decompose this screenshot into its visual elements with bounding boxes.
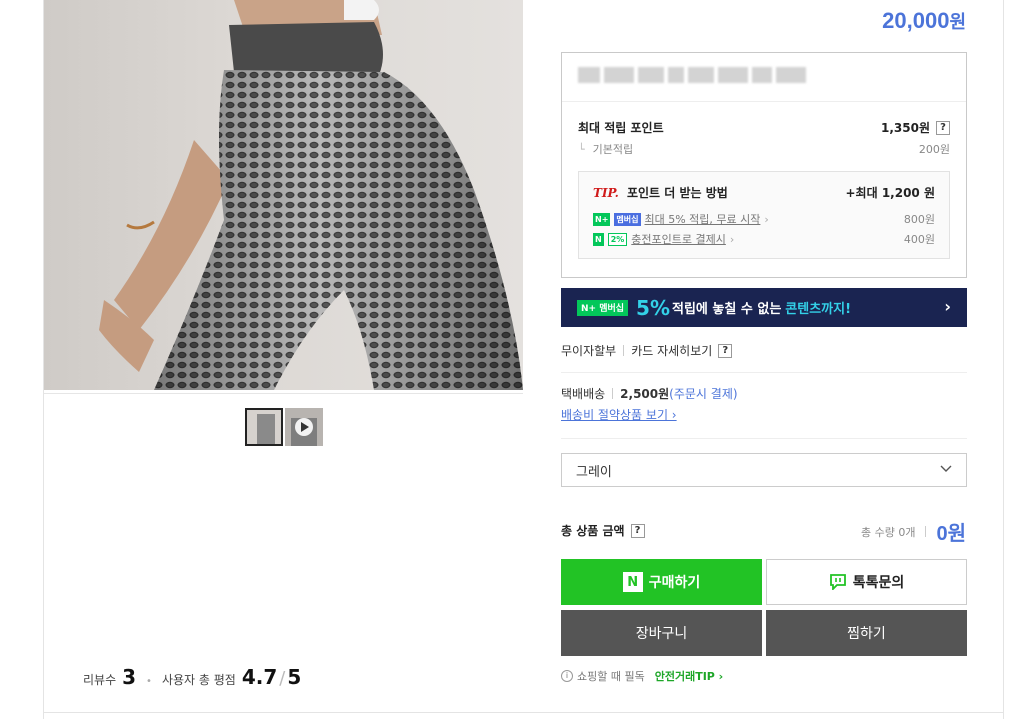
total-label: 총 상품 금액 ? — [561, 522, 645, 539]
thumbnail-photo[interactable] — [245, 408, 283, 446]
point-box: 최대 적립 포인트 1,350원 ? └ 기본적립 200원 TIP. 포인트 더… — [561, 52, 967, 278]
shipping-note: (주문시 결제) — [669, 387, 738, 401]
price-value: 20,000 — [882, 8, 950, 33]
safe-trade-link[interactable]: 안전거래TIP › — [655, 668, 724, 684]
membership-badge: 멤버십 — [614, 212, 641, 226]
review-summary: 리뷰수 3 • 사용자 총 평점 4.7 / 5 — [83, 665, 301, 689]
total-amount: 총 수량 0개 0원 — [861, 517, 966, 546]
product-photo-illustration — [99, 0, 523, 390]
banner-percent: 5% — [636, 295, 671, 320]
tip-heading: TIP. 포인트 더 받는 방법 — [593, 184, 728, 201]
buy-button[interactable]: N 구매하기 — [561, 559, 762, 605]
divider — [561, 372, 967, 373]
tip-label: TIP. — [593, 186, 619, 200]
play-icon — [295, 418, 313, 436]
chevron-right-icon: › — [944, 297, 951, 316]
product-main-image[interactable] — [44, 0, 523, 390]
card-detail-link[interactable]: 카드 자세히보기 — [631, 342, 712, 359]
page-bottom-line — [43, 712, 1004, 713]
tip-title: 포인트 더 받는 방법 — [626, 186, 728, 200]
vertical-divider — [925, 526, 927, 537]
naver-badge: N — [593, 232, 604, 246]
vertical-divider — [612, 388, 614, 399]
shipping-info: 택배배송 2,500원 (주문시 결제) — [561, 385, 738, 402]
thumbnail-video[interactable] — [285, 408, 323, 446]
percent-badge: 2% — [607, 232, 628, 246]
tip-box: TIP. 포인트 더 받는 방법 +최대 1,200 원 N+ 멤버십 최대 5… — [578, 171, 950, 259]
banner-badge: N+ 멤버십 — [577, 299, 629, 316]
thumbnail-strip — [245, 408, 323, 446]
talk-inquiry-button[interactable]: 톡톡문의 — [766, 559, 967, 605]
base-point-label-wrap: └ 기본적립 — [578, 143, 634, 156]
chevron-down-icon — [940, 465, 952, 472]
help-button[interactable]: ? — [718, 343, 733, 358]
image-divider — [44, 393, 523, 394]
option-selected-value: 그레이 — [576, 464, 612, 480]
talk-button-label: 톡톡문의 — [852, 575, 905, 591]
rating-value: 4.7 — [241, 665, 278, 689]
vertical-divider — [623, 345, 625, 356]
banner-highlight: 콘텐츠까지! — [785, 302, 852, 317]
base-point-label: 기본적립 — [592, 143, 634, 156]
thumbnail-photo-illustration — [247, 410, 281, 444]
option-select[interactable]: 그레이 — [561, 453, 967, 487]
tip-max: +최대 1,200 원 — [845, 186, 936, 200]
base-point-value: 200원 — [918, 143, 950, 156]
installment-label: 무이자할부 — [561, 344, 617, 358]
membership-banner[interactable]: N+ 멤버십 5% 적립에 놓칠 수 없는 콘텐츠까지! › — [561, 288, 967, 327]
charge-point-link[interactable]: 충전포인트로 결제시 — [631, 231, 726, 247]
rating-max: 5 — [287, 665, 302, 689]
rating-slash: / — [279, 668, 286, 689]
banner-text: 적립에 놓칠 수 없는 — [672, 302, 782, 317]
tip-item-charge: N 2% 충전포인트로 결제시 › 400원 — [593, 231, 935, 247]
membership-point-value: 800원 — [903, 213, 935, 226]
separator-dot: • — [146, 676, 152, 687]
naver-logo-icon: N — [622, 572, 643, 592]
naver-plus-badge: N+ — [593, 212, 611, 226]
max-point-value-wrap: 1,350원 ? — [881, 119, 950, 136]
shipping-method: 택배배송 — [561, 387, 606, 401]
cart-button[interactable]: 장바구니 — [561, 610, 762, 656]
speech-bubble-icon — [829, 574, 846, 590]
base-point-row: └ 기본적립 200원 — [578, 141, 950, 157]
tip-item-membership: N+ 멤버십 최대 5% 적립, 무료 시작 › 800원 — [593, 211, 935, 227]
blurred-seller-info — [578, 67, 806, 83]
max-point-label: 최대 적립 포인트 — [578, 121, 664, 135]
total-quantity: 총 수량 0개 — [860, 525, 916, 539]
rating-label: 사용자 총 평점 — [161, 673, 236, 687]
review-count-label: 리뷰수 — [83, 673, 117, 687]
product-price: 20,000원 — [882, 8, 966, 34]
membership-link[interactable]: 최대 5% 적립, 무료 시작 — [645, 211, 761, 227]
help-button[interactable]: ? — [630, 523, 645, 538]
shipping-save-link[interactable]: 배송비 절약상품 보기 › — [561, 406, 677, 423]
divider — [562, 101, 966, 102]
safe-trade-line: i 쇼핑할 때 필독 안전거래TIP › — [561, 668, 723, 684]
divider — [561, 438, 967, 439]
payment-info: 무이자할부 카드 자세히보기 ? — [561, 342, 733, 359]
wishlist-button[interactable]: 찜하기 — [766, 610, 967, 656]
charge-point-value: 400원 — [903, 233, 935, 246]
max-point-value: 1,350원 — [881, 121, 930, 135]
price-unit: 원 — [949, 12, 966, 32]
safe-text: 쇼핑할 때 필독 — [577, 670, 645, 683]
total-label-text: 총 상품 금액 — [561, 524, 625, 538]
review-count: 3 — [122, 665, 137, 689]
help-button[interactable]: ? — [936, 120, 950, 135]
max-point-row: 최대 적립 포인트 1,350원 ? — [578, 119, 950, 136]
shipping-fee: 2,500원 — [620, 387, 670, 401]
info-icon: i — [561, 670, 573, 682]
buy-button-label: 구매하기 — [648, 575, 701, 591]
total-amount-value: 0원 — [936, 523, 966, 545]
